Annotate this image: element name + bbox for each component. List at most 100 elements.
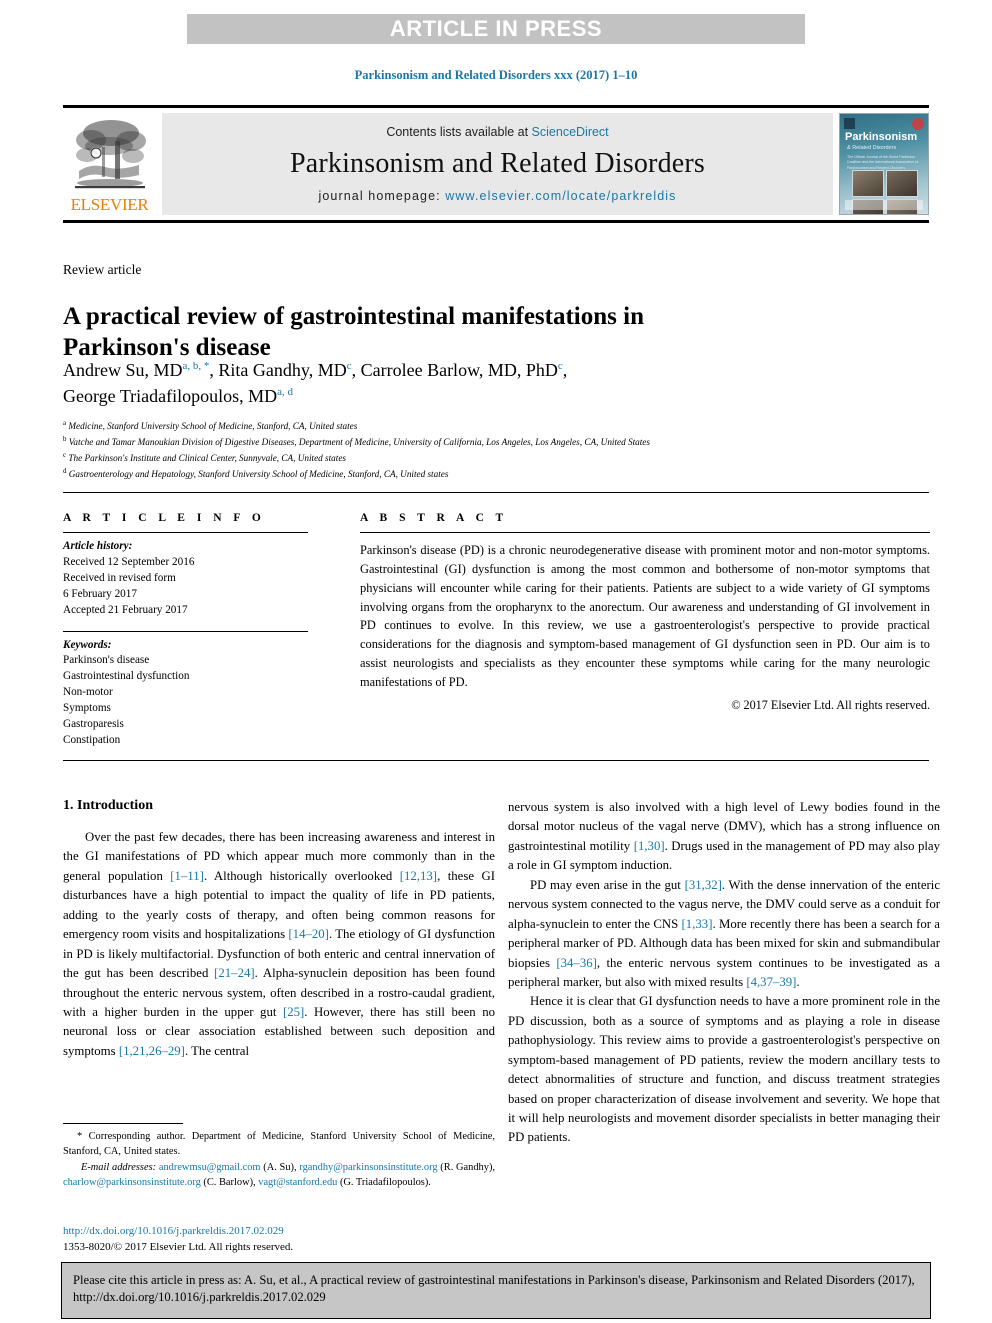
body-paragraph: Over the past few decades, there has bee… [63, 828, 495, 1061]
author-3-name: , Carrolee Barlow, MD, PhD [351, 360, 558, 380]
citation-ref[interactable]: [31,32] [685, 878, 722, 892]
author-email-link[interactable]: andrewmsu@gmail.com [159, 1162, 261, 1173]
masthead-center-panel: Contents lists available at ScienceDirec… [162, 113, 833, 215]
author-email-link[interactable]: vagt@stanford.edu [258, 1177, 337, 1188]
keyword-item: Parkinson's disease [63, 654, 150, 667]
homepage-prefix-text: journal homepage: [318, 189, 446, 203]
introduction-heading: 1. Introduction [63, 798, 153, 813]
email-addresses-label: E-mail addresses: [81, 1161, 157, 1173]
paragraph-text: . Although historically overlooked [203, 868, 400, 883]
journal-masthead: ELSEVIER Contents lists available at Sci… [63, 105, 929, 223]
author-1-name: Andrew Su, MD [63, 360, 183, 380]
journal-homepage-link[interactable]: www.elsevier.com/locate/parkreldis [445, 189, 676, 203]
citation-ref[interactable]: [21–24] [214, 966, 255, 980]
affiliation-list: a Medicine, Stanford University School o… [63, 418, 933, 482]
article-history-line: 6 February 2017 [63, 587, 137, 600]
author-2-name: , Rita Gandhy, MD [209, 360, 347, 380]
corresponding-author-text: Corresponding author. Department of Medi… [63, 1131, 495, 1158]
cover-photo-1 [852, 170, 884, 197]
abstract-body: Parkinson's disease (PD) is a chronic ne… [360, 543, 930, 689]
citation-ref[interactable]: [1,30] [634, 839, 665, 853]
citation-ref[interactable]: [25] [283, 1005, 304, 1019]
journal-title: Parkinsonism and Related Disorders [289, 148, 706, 179]
affiliation-item: d Gastroenterology and Hepatology, Stanf… [63, 466, 933, 482]
author-separator: , [562, 360, 568, 380]
email-owner-text: (C. Barlow), [200, 1176, 259, 1188]
issn-copyright-line: 1353-8020/© 2017 Elsevier Ltd. All right… [63, 1240, 294, 1253]
affiliation-text: Medicine, Stanford University School of … [68, 421, 358, 432]
cover-photo-2 [886, 170, 918, 197]
cover-society-icon [912, 117, 924, 130]
contents-available-line: Contents lists available at ScienceDirec… [386, 125, 608, 139]
paragraph-text: PD may even arise in the gut [530, 877, 685, 892]
affiliation-marker: c [63, 450, 67, 459]
email-owner-text: (A. Su), [260, 1161, 300, 1173]
author-4-name: George Triadafilopoulos, MD [63, 385, 278, 406]
affiliation-marker: d [63, 466, 67, 475]
article-history-label: Article history: [63, 540, 133, 552]
contents-prefix-text: Contents lists available at [386, 125, 532, 139]
keyword-item: Symptoms [63, 702, 111, 715]
cover-journal-title: Parkinsonism [845, 131, 918, 143]
body-column-left: 1. Introduction Over the past few decade… [63, 798, 495, 1061]
article-info-heading-rule [63, 532, 308, 533]
keyword-item: Gastroparesis [63, 718, 124, 731]
citation-ref[interactable]: [4,37–39] [746, 975, 796, 989]
body-paragraph: nervous system is also involved with a h… [508, 798, 940, 876]
author-email-link[interactable]: rgandhy@parkinsonsinstitute.org [299, 1162, 437, 1173]
affiliation-text: Vatche and Tamar Manoukian Division of D… [68, 437, 650, 448]
citation-ref[interactable]: [12,13] [400, 869, 437, 883]
body-column-right: nervous system is also involved with a h… [508, 798, 940, 1148]
citation-ref[interactable]: [1–11] [170, 869, 204, 883]
journal-cover-thumbnail: Parkinsonism & Related Disorders The Off… [839, 113, 929, 215]
email-addresses-note: E-mail addresses: andrewmsu@gmail.com (A… [63, 1160, 495, 1191]
affiliation-text: The Parkinson's Institute and Clinical C… [68, 453, 346, 463]
keywords-block: Keywords: Parkinson's disease Gastrointe… [63, 638, 308, 749]
doi-block: http://dx.doi.org/10.1016/j.parkreldis.2… [63, 1224, 495, 1256]
running-head: Parkinsonism and Related Disorders xxx (… [354, 68, 638, 82]
page-title: A practical review of gastrointestinal m… [63, 302, 644, 361]
citation-ref[interactable]: [1,21,26–29] [119, 1044, 185, 1058]
cover-journal-blurb: The Official Journal of the World Parkin… [847, 155, 918, 170]
cover-footer-strip [845, 200, 923, 210]
affiliation-marker: b [63, 434, 67, 443]
author-4-affiliation-markers: a, d [277, 385, 294, 398]
article-history-block: Article history: Received 12 September 2… [63, 539, 308, 619]
body-paragraph: Hence it is clear that GI dysfunction ne… [508, 994, 940, 1145]
keyword-item: Non-motor [63, 686, 113, 699]
cover-journal-subtitle: & Related Disorders [847, 145, 897, 151]
author-email-link[interactable]: charlow@parkinsonsinstitute.org [63, 1177, 201, 1188]
citation-footer-text: Please cite this article in press as: A.… [73, 1273, 915, 1305]
footnote-block: * Corresponding author. Department of Me… [63, 1129, 495, 1190]
keywords-label: Keywords: [63, 638, 112, 651]
keyword-item: Constipation [63, 733, 121, 746]
corresponding-author-note: * Corresponding author. Department of Me… [63, 1129, 495, 1160]
paragraph-text: . The central [184, 1043, 250, 1058]
email-owner-text: (R. Gandhy), [437, 1161, 495, 1173]
citation-footer-box: Please cite this article in press as: A.… [61, 1262, 931, 1319]
citation-ref[interactable]: [34–36] [556, 956, 597, 970]
body-paragraph: PD may even arise in the gut [31,32]. Wi… [508, 876, 940, 993]
article-info-column: A R T I C L E I N F O Article history: R… [63, 512, 308, 749]
sciencedirect-link[interactable]: ScienceDirect [532, 125, 609, 139]
journal-homepage-line: journal homepage: www.elsevier.com/locat… [318, 189, 676, 203]
article-in-press-banner: ARTICLE IN PRESS [187, 14, 805, 44]
affiliation-item: c The Parkinson's Institute and Clinical… [63, 450, 933, 466]
elsevier-wordmark: ELSEVIER [70, 195, 149, 214]
citation-ref[interactable]: [1,33] [682, 917, 713, 931]
doi-link[interactable]: http://dx.doi.org/10.1016/j.parkreldis.2… [63, 1224, 495, 1240]
affiliation-marker: a [63, 419, 67, 427]
footnote-separator-rule [63, 1123, 183, 1124]
keyword-item: Gastrointestinal dysfunction [63, 670, 190, 683]
affiliation-text: Gastroenterology and Hepatology, Stanfor… [68, 468, 449, 479]
article-info-heading: A R T I C L E I N F O [63, 512, 266, 524]
author-1-affiliation-markers: a, b, * [182, 360, 210, 372]
elsevier-logo: ELSEVIER [63, 113, 156, 215]
abstract-heading-rule [360, 532, 930, 533]
info-band-bottom-rule [63, 760, 929, 761]
article-history-line: Received in revised form [63, 571, 176, 584]
article-type-label: Review article [63, 262, 142, 277]
article-info-separator-rule [63, 630, 308, 632]
citation-ref[interactable]: [14–20] [288, 927, 329, 941]
abstract-copyright: © 2017 Elsevier Ltd. All rights reserved… [731, 697, 930, 712]
